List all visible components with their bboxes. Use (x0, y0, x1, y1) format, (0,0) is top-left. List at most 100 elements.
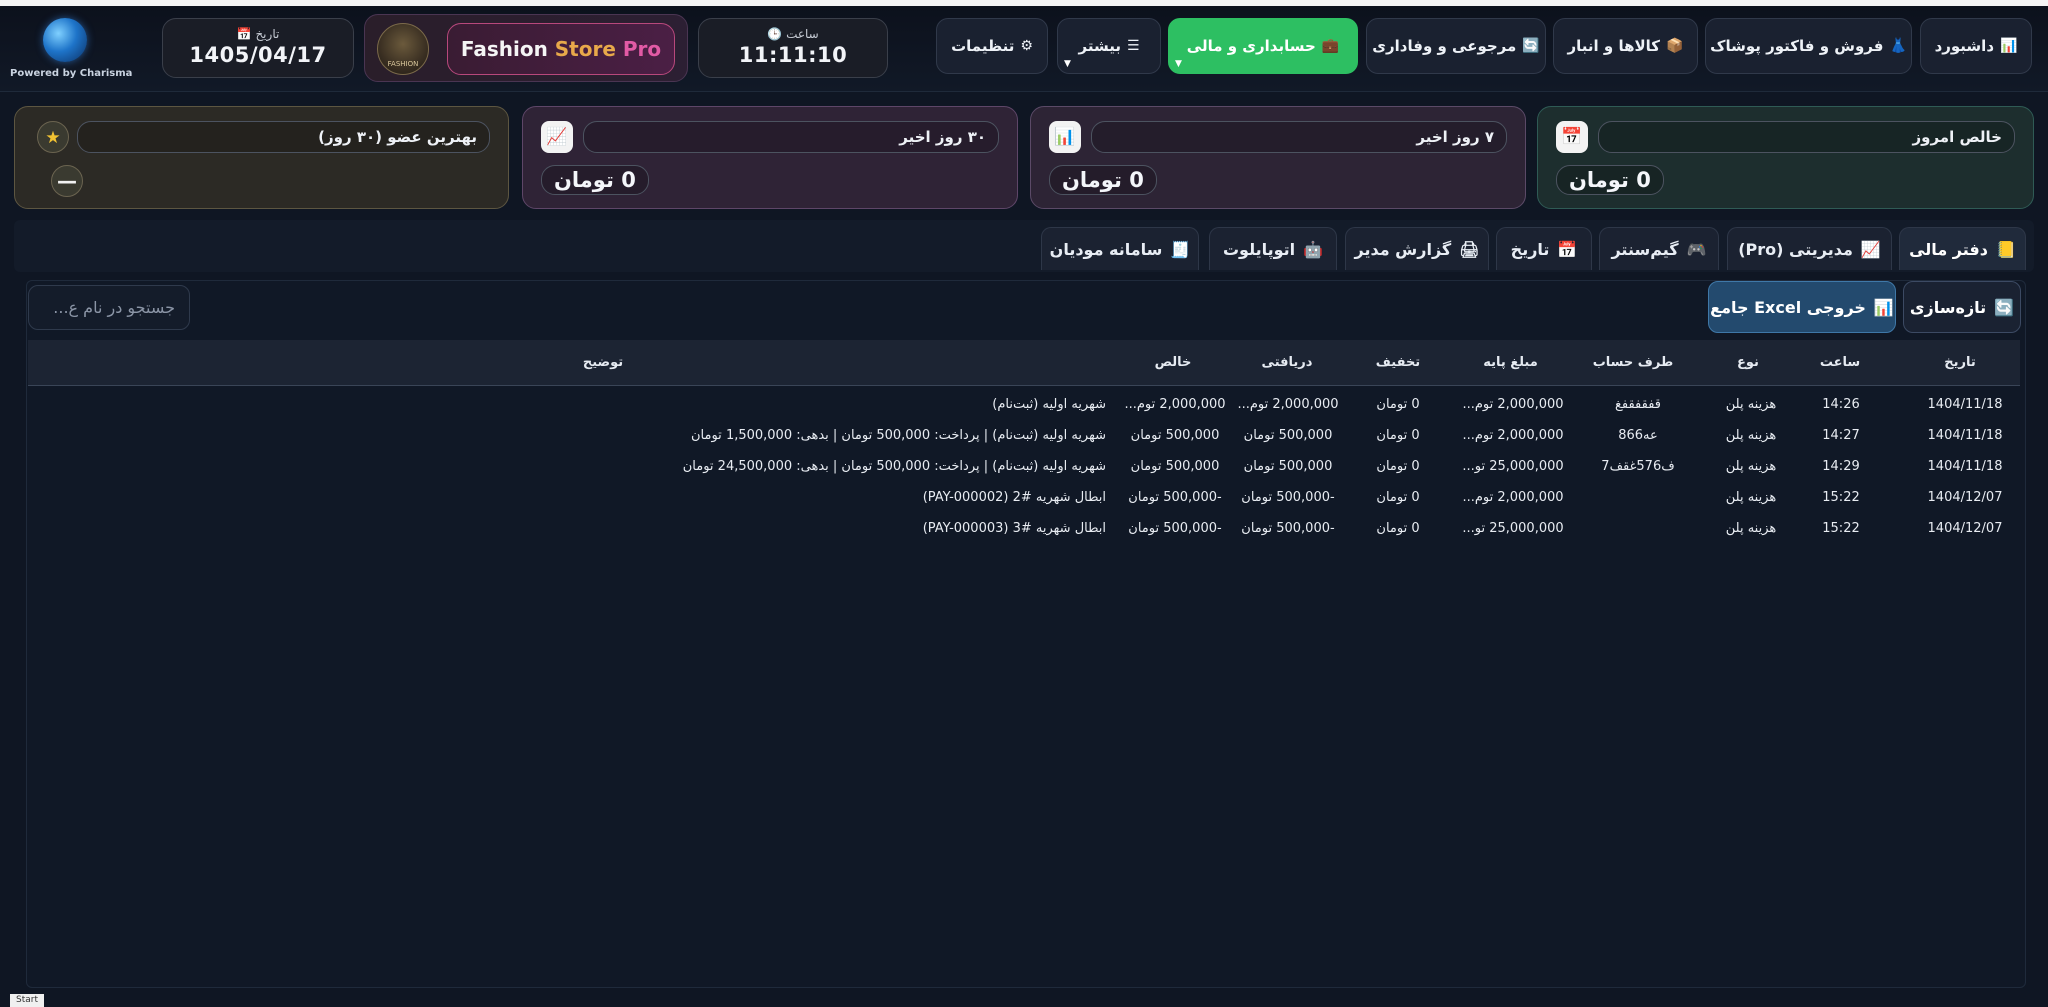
nav-inventory[interactable]: 📦 کالاها و انبار (1553, 18, 1698, 74)
cell-base-amount: 2,000,000 توم... (1462, 428, 1564, 443)
cell-discount: 0 تومان (1376, 490, 1420, 505)
excel-icon: 📊 (1873, 297, 1894, 317)
tab-tax-system[interactable]: 🧾 سامانه مودیان (1041, 227, 1199, 270)
cell-discount: 0 تومان (1376, 521, 1420, 536)
time-value: 11:11:10 (738, 43, 848, 67)
nav-returns-label: مرجوعی و وفاداری (1372, 37, 1517, 55)
brand-word-pro: Pro (622, 37, 662, 61)
brand-block: FASHION Fashion Store Pro (364, 14, 688, 82)
cell-description: ابطال شهریه #3 (PAY-000003) (922, 521, 1106, 536)
charisma-logo: Powered by Charisma (10, 18, 132, 84)
nav-more-label: بیشتر (1078, 37, 1121, 55)
clock-box: 🕒 ساعت 11:11:10 (698, 18, 888, 78)
nav-sales[interactable]: 👗 فروش و فاکتور پوشاک (1705, 18, 1912, 74)
tab-autopilot[interactable]: 🤖 اتوپایلوت (1209, 227, 1337, 270)
tab-gamecenter[interactable]: 🎮 گیم‌سنتر (1599, 227, 1719, 270)
cell-type: هزینه پلن (1725, 459, 1777, 474)
table-row[interactable]: 1404/11/18 14:26 هزینه پلن قفقفقفغ 2,000,000… (28, 389, 2020, 420)
card-net-today-label: خالص امروز (1598, 121, 2015, 153)
card-30-days-value: 0 تومان (541, 165, 649, 195)
col-net[interactable]: خالص (1128, 355, 1218, 370)
nav-dashboard-label: داشبورد (1934, 37, 1995, 55)
nav-more[interactable]: ☰ بیشتر ▼ (1057, 18, 1161, 74)
tab-autopilot-label: اتوپایلوت (1222, 239, 1296, 259)
col-base-amount[interactable]: مبلغ پایه (1458, 355, 1563, 370)
trend-up-icon: 📈 (1860, 239, 1881, 259)
cell-description: ابطال شهریه #2 (PAY-000002) (922, 490, 1106, 505)
tab-ledger[interactable]: 📒 دفتر مالی (1899, 227, 2026, 270)
col-received[interactable]: دریافتی (1242, 355, 1332, 370)
cell-time: 14:26 (1822, 397, 1860, 412)
cell-received: 500,000 تومان (1243, 459, 1333, 474)
table-row[interactable]: 1404/11/18 14:29 هزینه پلن ف576غقف7 25,000,0… (28, 451, 2020, 482)
search-input[interactable] (28, 285, 190, 330)
cell-net: 500,000 تومان (1130, 428, 1220, 443)
brand-word-fashion: Fashion (460, 37, 548, 61)
cell-date: 1404/11/18 (1927, 397, 2003, 412)
gear-icon: ⚙ (1020, 38, 1033, 54)
card-net-today-value: 0 تومان (1556, 165, 1664, 195)
cell-description: شهریه اولیه (ثبت‌نام) | پرداخت: 500,000 … (691, 428, 1106, 443)
refresh-button-label: تازه‌سازی (1909, 297, 1987, 317)
chart-icon: 📊 (2000, 38, 2018, 54)
time-label: ساعت (786, 27, 819, 41)
charisma-logo-icon (43, 18, 87, 62)
nav-accounting[interactable]: 💼 حسابداری و مالی ▼ (1168, 18, 1358, 74)
tab-management-pro[interactable]: 📈 مدیریتی (Pro) (1727, 227, 1892, 270)
tab-management-label: مدیریتی (Pro) (1738, 239, 1853, 259)
cell-received: 500,000 تومان (1243, 428, 1333, 443)
cell-type: هزینه پلن (1725, 397, 1777, 412)
nav-settings-label: تنظیمات (951, 37, 1015, 55)
nav-inventory-label: کالاها و انبار (1567, 37, 1661, 55)
start-badge[interactable]: Start (10, 994, 44, 1007)
cell-discount: 0 تومان (1376, 397, 1420, 412)
cell-time: 15:22 (1822, 490, 1860, 505)
excel-export-button[interactable]: 📊 خروجی Excel جامع (1708, 281, 1896, 333)
refresh-button[interactable]: 🔄 تازه‌سازی (1903, 281, 2021, 333)
card-30-days-label: ۳۰ روز اخیر (583, 121, 999, 153)
cell-type: هزینه پلن (1725, 490, 1777, 505)
box-icon: 📦 (1666, 38, 1684, 54)
col-time[interactable]: ساعت (1805, 355, 1875, 370)
brand-logo-text: FASHION (387, 60, 419, 68)
cell-received: -500,000 تومان (1241, 521, 1335, 536)
col-party[interactable]: طرف حساب (1583, 355, 1683, 370)
printer-icon: 🖨 (1459, 239, 1480, 259)
nav-returns[interactable]: 🔄 مرجوعی و وفاداری (1366, 18, 1546, 74)
cell-net: 500,000 تومان (1130, 459, 1220, 474)
cell-received: -500,000 تومان (1241, 490, 1335, 505)
nav-sales-label: فروش و فاکتور پوشاک (1710, 37, 1884, 55)
col-discount[interactable]: تخفیف (1358, 355, 1438, 370)
calendar-icon: 📅 (1557, 239, 1578, 259)
tab-history[interactable]: 📅 تاریخ (1496, 227, 1592, 270)
tab-manager-report-label: گزارش مدیر (1354, 239, 1452, 259)
tab-history-label: تاریخ (1510, 239, 1550, 259)
tab-gamecenter-label: گیم‌سنتر (1611, 239, 1679, 259)
table-body: 1404/11/18 14:26 هزینه پلن قفقفقفغ 2,000,000… (28, 389, 2020, 544)
card-best-member-value: — (51, 165, 83, 197)
nav-dashboard[interactable]: 📊 داشبورد (1920, 18, 2032, 74)
ledger-icon: 📒 (1995, 239, 2016, 259)
refresh-icon: 🔄 (1994, 297, 2015, 317)
nav-settings[interactable]: ⚙ تنظیمات (936, 18, 1048, 74)
tab-tax-system-label: سامانه مودیان (1049, 239, 1163, 259)
clock-icon: 🕒 (767, 27, 783, 41)
card-best-member-label: بهترین عضو (۳۰ روز) (77, 121, 490, 153)
cell-base-amount: 2,000,000 توم... (1462, 490, 1564, 505)
calendar-icon: 📅 (236, 27, 252, 41)
date-label: تاریخ (255, 27, 280, 41)
bar-chart-icon: 📊 (1049, 121, 1081, 153)
cell-date: 1404/11/18 (1927, 428, 2003, 443)
table-row[interactable]: 1404/12/07 15:22 هزینه پلن 25,000,000 تو...… (28, 513, 2020, 544)
table-row[interactable]: 1404/11/18 14:27 هزینه پلن عه866 2,000,000 ت… (28, 420, 2020, 451)
cell-description: شهریه اولیه (ثبت‌نام) (992, 397, 1106, 412)
col-type[interactable]: نوع (1708, 355, 1788, 370)
cell-base-amount: 25,000,000 تو... (1462, 521, 1564, 536)
col-description[interactable]: توضیح (528, 355, 678, 370)
time-label-row: 🕒 ساعت (699, 27, 887, 41)
brand-title: Fashion Store Pro (447, 23, 675, 75)
calendar-icon: 📅 (1556, 121, 1588, 153)
tab-manager-report[interactable]: 🖨 گزارش مدیر (1345, 227, 1489, 270)
col-date[interactable]: تاریخ (1910, 355, 2010, 370)
table-row[interactable]: 1404/12/07 15:22 هزینه پلن 2,000,000 توم...… (28, 482, 2020, 513)
